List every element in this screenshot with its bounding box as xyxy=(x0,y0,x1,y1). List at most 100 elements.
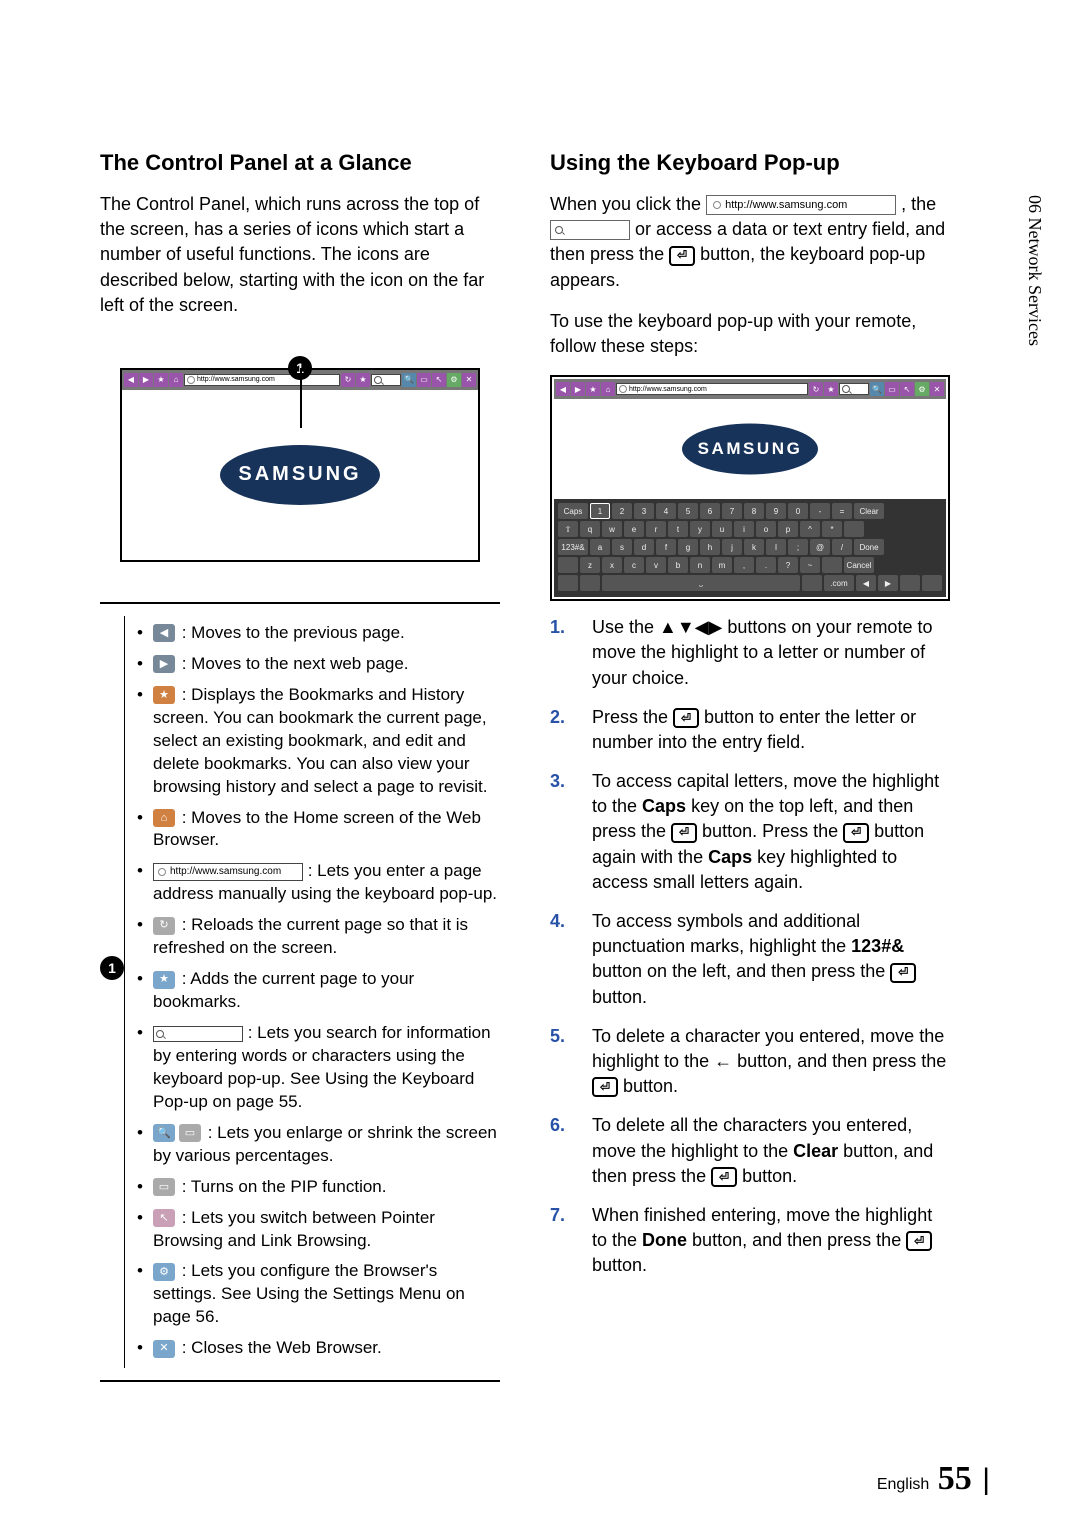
keyboard-key xyxy=(558,557,578,573)
left-heading: The Control Panel at a Glance xyxy=(100,150,500,176)
add-bookmark-icon: ★ xyxy=(824,382,838,396)
keyboard-key xyxy=(822,557,842,573)
keyboard-key: , xyxy=(734,557,754,573)
keyboard-key: x xyxy=(602,557,622,573)
keyboard-key: j xyxy=(722,539,742,555)
pip-icon: ▭ xyxy=(417,373,431,387)
keyboard-key: ^ xyxy=(800,521,820,537)
step-item: 1.Use the ▲▼◀▶ buttons on your remote to… xyxy=(550,615,950,691)
text-fragment: When you click the xyxy=(550,194,706,214)
globe-icon xyxy=(713,201,721,209)
add-bookmark-icon: ★ xyxy=(356,373,370,387)
zoom-in-icon: 🔍 xyxy=(153,1124,175,1142)
keyboard-key xyxy=(922,575,942,591)
keyboard-key: @ xyxy=(810,539,830,555)
item-text: : Displays the Bookmarks and History scr… xyxy=(153,685,488,796)
keyboard-key: Cancel xyxy=(844,557,874,573)
add-bookmark-icon: ★ xyxy=(153,971,175,989)
list-item: ▭ : Turns on the PIP function. xyxy=(141,1176,500,1199)
step-item: 5.To delete a character you entered, mov… xyxy=(550,1024,950,1100)
list-item: ▶ : Moves to the next web page. xyxy=(141,653,500,676)
list-number-column: 1 xyxy=(100,616,125,1368)
enter-button-icon: ⏎ xyxy=(843,823,869,843)
icon-list: ◀ : Moves to the previous page. ▶ : Move… xyxy=(125,616,500,1368)
back-icon: ◀ xyxy=(153,624,175,642)
text-fragment: , the xyxy=(901,194,936,214)
keyboard-key: y xyxy=(690,521,710,537)
keyboard-key: / xyxy=(832,539,852,555)
enter-button-icon: ⏎ xyxy=(592,1077,618,1097)
forward-icon: ▶ xyxy=(571,382,585,396)
step-number: 5. xyxy=(550,1024,576,1100)
item-text: : Lets you configure the Browser's setti… xyxy=(153,1261,465,1326)
keyboard-key xyxy=(900,575,920,591)
keyboard-key: 0 xyxy=(788,503,808,519)
magnifier-icon xyxy=(156,1030,164,1038)
list-item: ⚙ : Lets you configure the Browser's set… xyxy=(141,1260,500,1329)
keyboard-key: g xyxy=(678,539,698,555)
samsung-logo: SAMSUNG xyxy=(220,445,380,505)
keyboard-key: a xyxy=(590,539,610,555)
keyboard-key: v xyxy=(646,557,666,573)
item-text: : Moves to the Home screen of the Web Br… xyxy=(153,808,481,850)
step-item: 2.Press the ⏎ button to enter the letter… xyxy=(550,705,950,755)
close-icon: ✕ xyxy=(153,1340,175,1358)
search-input-icon xyxy=(153,1026,243,1042)
zoom-display-icon: ▭ xyxy=(179,1124,201,1142)
kb-row: ⇧qwertyuiop^* xyxy=(558,521,942,537)
keyboard-key: i xyxy=(734,521,754,537)
keyboard-key: c xyxy=(624,557,644,573)
samsung-logo: SAMSUNG xyxy=(682,424,818,475)
list-item: ★ : Displays the Bookmarks and History s… xyxy=(141,684,500,799)
keyboard-key: ⇧ xyxy=(558,521,578,537)
keyboard-key xyxy=(802,575,822,591)
kb-row: Caps1234567890-=Clear xyxy=(558,503,942,519)
steps-list: 1.Use the ▲▼◀▶ buttons on your remote to… xyxy=(550,615,950,1278)
keyboard-key: ⎵ xyxy=(602,575,800,591)
keyboard-key: . xyxy=(756,557,776,573)
enter-button-icon: ⏎ xyxy=(906,1231,932,1251)
footer-bar: | xyxy=(982,1463,990,1496)
enter-button-icon: ⏎ xyxy=(673,708,699,728)
globe-icon xyxy=(619,385,627,393)
page-footer: English 55 | xyxy=(877,1460,990,1498)
keyboard-key: = xyxy=(832,503,852,519)
kb-body: SAMSUNG xyxy=(554,399,946,499)
magnifier-icon xyxy=(374,376,382,384)
item-text: : Closes the Web Browser. xyxy=(177,1338,382,1357)
right-p2: To use the keyboard pop-up with your rem… xyxy=(550,309,950,359)
kb-row: zxcvbnm,.?~Cancel xyxy=(558,557,942,573)
settings-icon: ⚙ xyxy=(153,1263,175,1281)
pointer-icon: ↖ xyxy=(900,382,914,396)
url-field: http://www.samsung.com xyxy=(184,374,340,386)
page-number: 55 xyxy=(938,1460,972,1497)
keyboard-popup-figure: ◀ ▶ ★ ⌂ http://www.samsung.com ↻ ★ 🔍 ▭ ↖… xyxy=(550,375,950,601)
control-panel-figure: 1 ◀ ▶ ★ ⌂ http://www.samsung.com ↻ ★ xyxy=(100,368,500,562)
keyboard-key: - xyxy=(810,503,830,519)
keyboard-key: w xyxy=(602,521,622,537)
keyboard-key: m xyxy=(712,557,732,573)
item-text: : Reloads the current page so that it is… xyxy=(153,915,468,957)
section-tab: 06 Network Services xyxy=(1024,195,1045,346)
onscreen-keyboard: Caps1234567890-=Clear ⇧qwertyuiop^* 123#… xyxy=(554,499,946,597)
step-number: 3. xyxy=(550,769,576,895)
keyboard-key: 123#& xyxy=(558,539,588,555)
keyboard-key: 9 xyxy=(766,503,786,519)
keyboard-key: ~ xyxy=(800,557,820,573)
list-item: ★ : Adds the current page to your bookma… xyxy=(141,968,500,1014)
keyboard-key: o xyxy=(756,521,776,537)
search-field xyxy=(371,374,401,386)
pip-icon: ▭ xyxy=(885,382,899,396)
search-input-icon xyxy=(550,220,630,240)
bookmarks-icon: ★ xyxy=(586,382,600,396)
item-text: : Moves to the next web page. xyxy=(177,654,409,673)
globe-icon xyxy=(158,868,166,876)
list-item: ↖ : Lets you switch between Pointer Brow… xyxy=(141,1207,500,1253)
list-item: http://www.samsung.com : Lets you enter … xyxy=(141,860,500,906)
back-icon: ◀ xyxy=(124,373,138,387)
zoom-icons: 🔍▭ xyxy=(153,1124,203,1142)
keyboard-key: ◀ xyxy=(856,575,876,591)
bookmarks-icon: ★ xyxy=(153,686,175,704)
list-item: ◀ : Moves to the previous page. xyxy=(141,622,500,645)
home-icon: ⌂ xyxy=(169,373,183,387)
